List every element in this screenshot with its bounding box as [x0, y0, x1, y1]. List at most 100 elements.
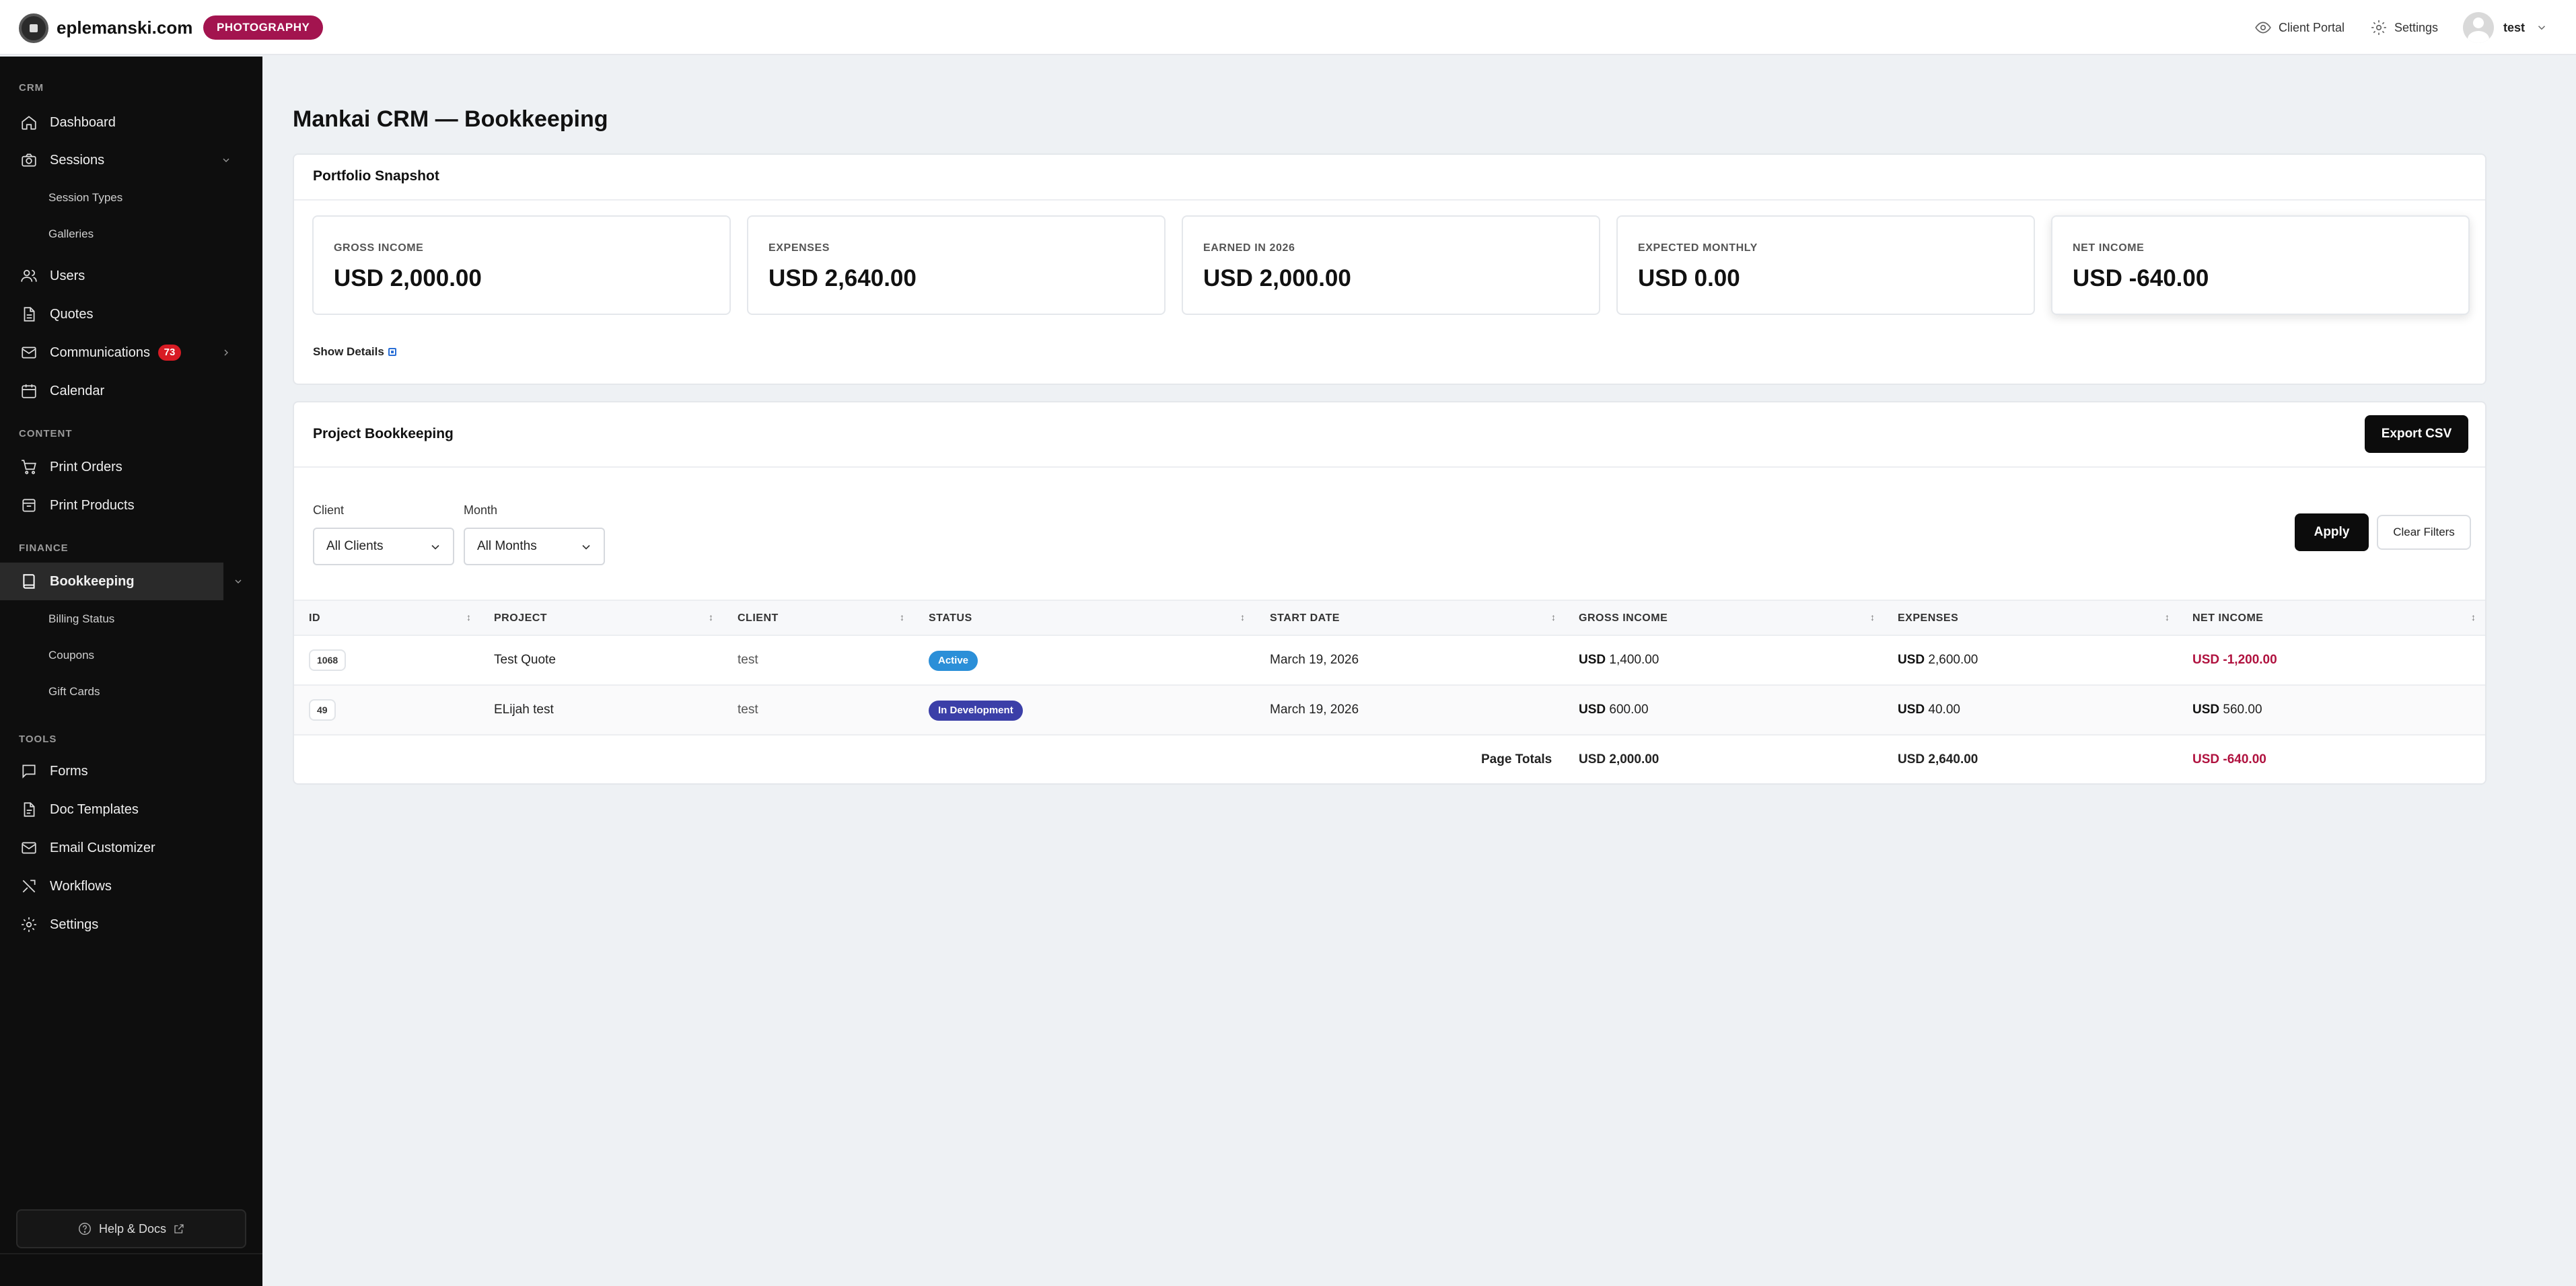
- sidebar-item-billing-status[interactable]: Billing Status: [48, 612, 114, 626]
- snapshot-divider: [294, 199, 2485, 201]
- gross-income: USD 600.00: [1579, 703, 1649, 717]
- settings-link[interactable]: Settings: [2370, 0, 2438, 55]
- sidebar-item-bookkeeping[interactable]: Bookkeeping: [0, 563, 223, 600]
- column-header-client[interactable]: CLIENT: [738, 612, 779, 624]
- help-docs-button[interactable]: Help & Docs: [16, 1209, 246, 1248]
- sidebar-label-sessions: Sessions: [50, 152, 105, 168]
- user-menu[interactable]: test: [2463, 0, 2548, 55]
- home-icon: [22, 116, 36, 130]
- show-details-toggle[interactable]: Show Details: [313, 345, 396, 359]
- sort-icon[interactable]: ↕: [1551, 612, 1556, 622]
- sidebar-item-quotes[interactable]: Quotes: [0, 295, 262, 333]
- column-header-start-date[interactable]: START DATE: [1270, 612, 1340, 624]
- chevron-down-icon: [223, 158, 229, 162]
- expand-icon: [388, 348, 396, 356]
- sidebar-item-gift-cards[interactable]: Gift Cards: [48, 685, 100, 699]
- export-csv-button[interactable]: Export CSV: [2365, 415, 2468, 453]
- column-header-net-income[interactable]: NET INCOME: [2192, 612, 2263, 624]
- sidebar-item-settings[interactable]: Settings: [0, 906, 262, 943]
- sidebar: CRM Dashboard Sessions Session Types Gal…: [0, 57, 262, 1286]
- sidebar-item-coupons[interactable]: Coupons: [48, 649, 94, 662]
- sidebar-label-bookkeeping: Bookkeeping: [50, 573, 135, 589]
- box-icon: [22, 499, 36, 512]
- sidebar-item-galleries[interactable]: Galleries: [48, 227, 94, 241]
- column-header-gross-income[interactable]: GROSS INCOME: [1579, 612, 1668, 624]
- section-content: CONTENT: [19, 428, 73, 439]
- sort-icon[interactable]: ↕: [900, 612, 904, 622]
- sort-icon[interactable]: ↕: [1870, 612, 1875, 622]
- sort-icon[interactable]: ↕: [466, 612, 471, 622]
- book-icon: [23, 574, 35, 589]
- brand-name[interactable]: eplemanski.com: [57, 17, 192, 38]
- stat-value: USD 2,640.00: [768, 265, 917, 291]
- sidebar-item-email-customizer[interactable]: Email Customizer: [0, 829, 262, 867]
- chevron-down-icon: [2538, 26, 2546, 30]
- sidebar-item-print-products[interactable]: Print Products: [0, 487, 262, 524]
- sidebar-item-print-orders[interactable]: Print Orders: [0, 448, 262, 486]
- total-net-income: USD -640.00: [2192, 752, 2266, 766]
- client-portal-link[interactable]: Client Portal: [2254, 0, 2345, 55]
- sidebar-item-calendar[interactable]: Calendar: [0, 372, 262, 410]
- sidebar-item-forms[interactable]: Forms: [0, 752, 262, 790]
- stat-label: EXPECTED MONTHLY: [1638, 242, 1758, 254]
- client-portal-label: Client Portal: [2279, 20, 2345, 34]
- sort-icon[interactable]: ↕: [709, 612, 713, 622]
- project-name[interactable]: Test Quote: [494, 653, 556, 668]
- table-row[interactable]: 49 ELijah test test In Development March…: [294, 686, 2485, 736]
- totals-row: Page Totals USD 2,000.00 USD 2,640.00 US…: [294, 736, 2485, 785]
- portfolio-snapshot-card: Portfolio Snapshot GROSS INCOME USD 2,00…: [293, 153, 2486, 385]
- sidebar-label-settings: Settings: [50, 917, 99, 932]
- brand-logo[interactable]: [19, 13, 48, 43]
- column-header-status[interactable]: STATUS: [929, 612, 972, 624]
- sidebar-label-workflows: Workflows: [50, 878, 112, 894]
- stat-gross-income: GROSS INCOME USD 2,000.00: [312, 215, 731, 315]
- expenses: USD 2,600.00: [1898, 653, 1978, 667]
- eye-icon: [2255, 22, 2271, 34]
- month-select[interactable]: All Months: [464, 528, 605, 565]
- sidebar-item-dashboard[interactable]: Dashboard: [0, 104, 262, 141]
- mail-icon: [22, 842, 36, 854]
- project-id[interactable]: 49: [309, 699, 336, 721]
- column-header-id[interactable]: ID: [309, 612, 320, 624]
- settings-label: Settings: [2394, 20, 2439, 34]
- month-select-value: All Months: [477, 539, 537, 553]
- net-income: USD -1,200.00: [2192, 653, 2277, 667]
- snapshot-title: Portfolio Snapshot: [313, 168, 439, 184]
- sidebar-item-doc-templates[interactable]: Doc Templates: [0, 791, 262, 828]
- project-id[interactable]: 1068: [309, 649, 347, 671]
- sidebar-label-email-customizer: Email Customizer: [50, 840, 155, 855]
- sidebar-item-users[interactable]: Users: [0, 257, 262, 295]
- sidebar-label-doc-templates: Doc Templates: [50, 801, 139, 817]
- column-header-project[interactable]: PROJECT: [494, 612, 547, 624]
- sidebar-item-communications[interactable]: Communications 73: [0, 334, 262, 371]
- sort-icon[interactable]: ↕: [1240, 612, 1245, 622]
- sidebar-item-sessions[interactable]: Sessions: [0, 141, 262, 179]
- users-icon: [21, 270, 37, 282]
- external-link-icon: [174, 1224, 184, 1234]
- start-date: March 19, 2026: [1270, 703, 1359, 717]
- table-header: ID ↕ PROJECT ↕ CLIENT ↕ STATUS ↕ START D…: [294, 600, 2485, 636]
- table-row[interactable]: 1068 Test Quote test Active March 19, 20…: [294, 636, 2485, 686]
- stat-label: EXPENSES: [768, 242, 830, 254]
- sidebar-item-workflows[interactable]: Workflows: [0, 867, 262, 905]
- stat-label: NET INCOME: [2073, 242, 2145, 254]
- client-select-value: All Clients: [326, 539, 384, 553]
- project-name[interactable]: ELijah test: [494, 703, 554, 717]
- column-header-expenses[interactable]: EXPENSES: [1898, 612, 1958, 624]
- net-income: USD 560.00: [2192, 703, 2262, 717]
- clear-filters-button[interactable]: Clear Filters: [2377, 515, 2471, 550]
- apply-button[interactable]: Apply: [2295, 513, 2369, 551]
- sidebar-item-session-types[interactable]: Session Types: [48, 191, 122, 205]
- client-select[interactable]: All Clients: [313, 528, 454, 565]
- month-filter-label: Month: [464, 503, 498, 517]
- sidebar-label-print-products: Print Products: [50, 497, 135, 513]
- expenses: USD 40.00: [1898, 703, 1960, 717]
- sort-icon[interactable]: ↕: [2471, 612, 2476, 622]
- brand-badge: PHOTOGRAPHY: [203, 15, 324, 40]
- sidebar-label-dashboard: Dashboard: [50, 114, 116, 130]
- sort-icon[interactable]: ↕: [2165, 612, 2170, 622]
- stat-value: USD 0.00: [1638, 265, 1740, 291]
- chat-icon: [22, 764, 36, 779]
- section-finance: FINANCE: [19, 542, 69, 554]
- communications-count-badge: 73: [157, 345, 181, 361]
